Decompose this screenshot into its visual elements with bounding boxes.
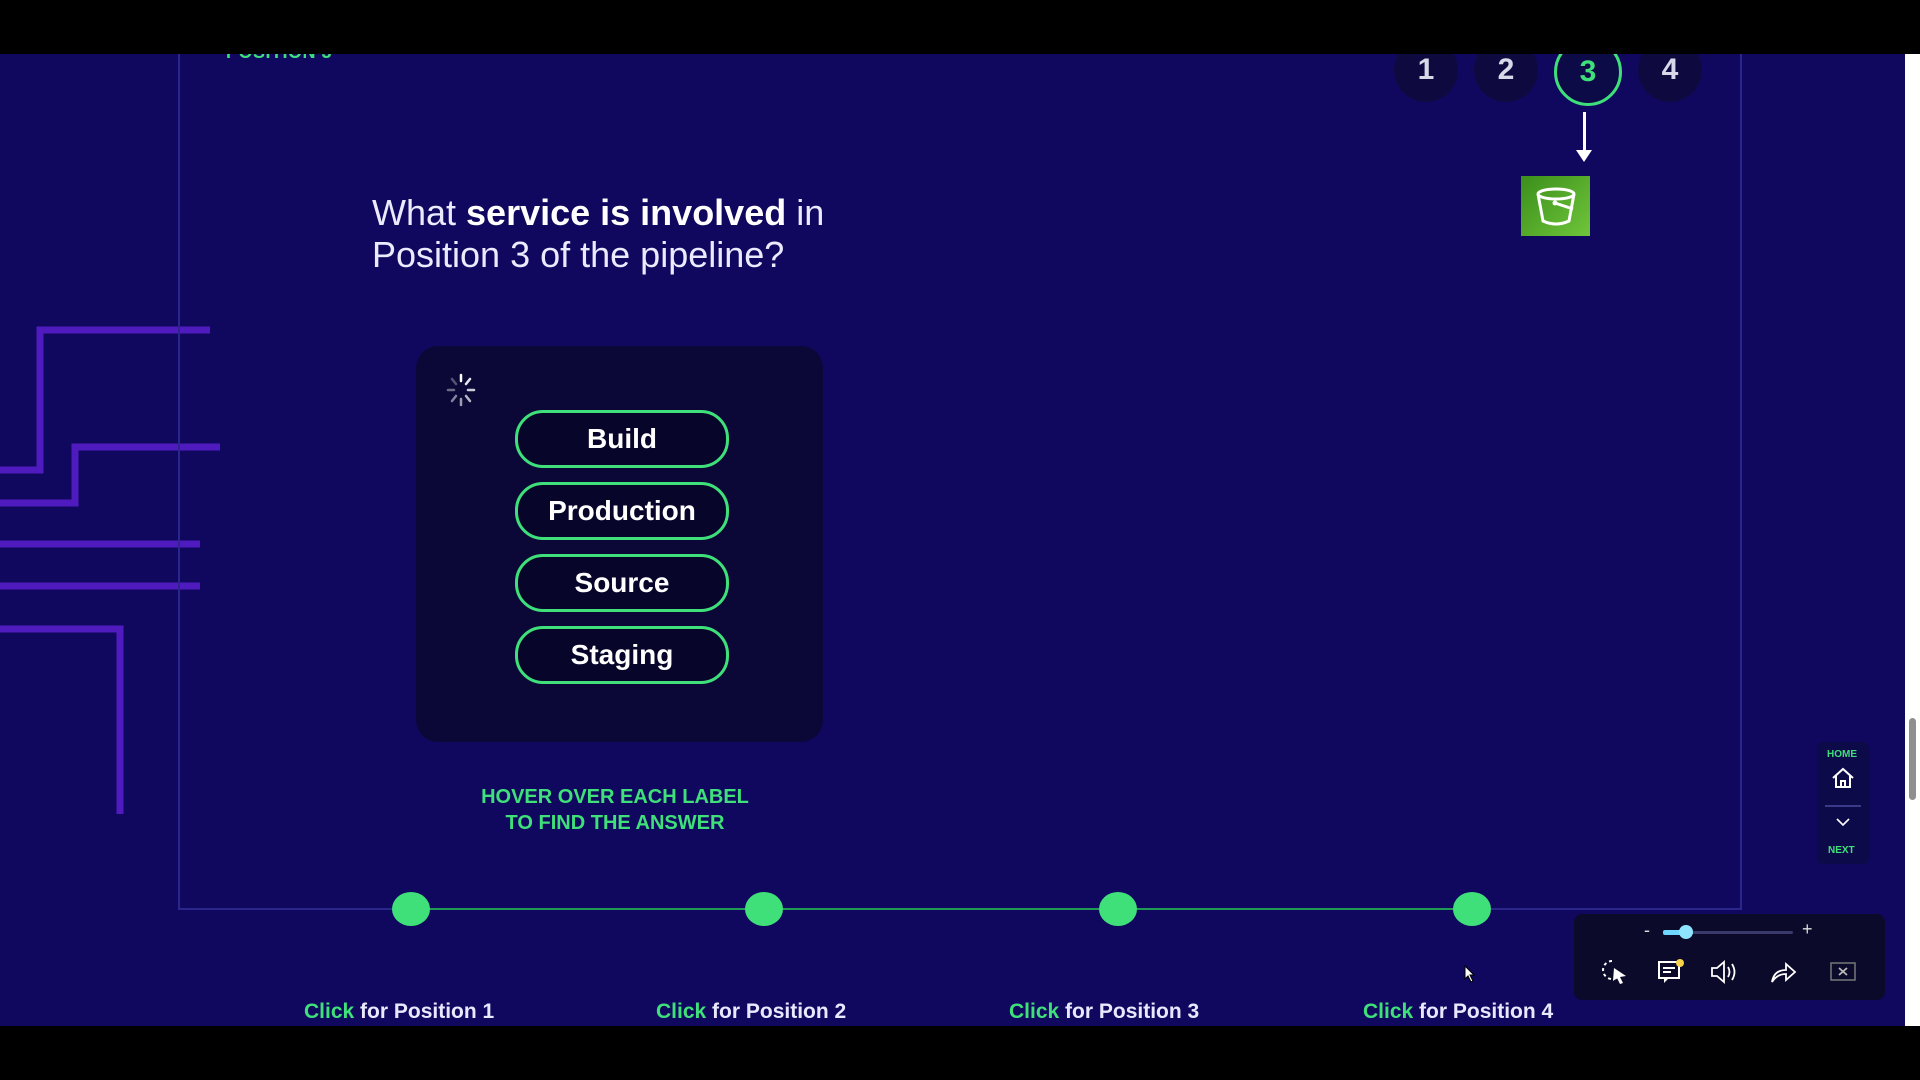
cursor-highlight-icon[interactable] <box>1600 958 1630 986</box>
timeline-dot-3[interactable] <box>1099 892 1137 926</box>
slide-stage: POSITION 3 1 2 3 4 What service is invol… <box>0 54 1905 1026</box>
option-staging[interactable]: Staging <box>515 626 729 684</box>
question-text: What service is involved in Position 3 o… <box>372 192 825 275</box>
exit-fullscreen-icon[interactable] <box>1828 958 1858 986</box>
zoom-out-button[interactable]: - <box>1644 920 1650 941</box>
timeline-label-2[interactable]: Click for Position 2 <box>656 1000 846 1024</box>
position-heading: POSITION 3 <box>226 54 332 63</box>
chevron-down-icon[interactable] <box>1835 817 1851 827</box>
scrollbar-track[interactable] <box>1905 54 1920 1026</box>
option-build[interactable]: Build <box>515 410 729 468</box>
timeline-dot-2[interactable] <box>745 892 783 926</box>
zoom-in-button[interactable]: + <box>1802 919 1813 940</box>
content-frame <box>178 54 1742 910</box>
timeline-label-4[interactable]: Click for Position 4 <box>1363 1000 1553 1024</box>
volume-icon[interactable] <box>1708 958 1740 986</box>
player-controls <box>1574 914 1885 1000</box>
hover-hint: HOVER OVER EACH LABEL TO FIND THE ANSWER <box>481 786 749 834</box>
down-arrow-head <box>1576 150 1592 162</box>
down-arrow <box>1583 112 1586 152</box>
timeline-line <box>411 908 1474 910</box>
loading-spinner-icon <box>446 373 476 407</box>
home-label[interactable]: HOME <box>1827 749 1857 760</box>
next-label[interactable]: NEXT <box>1828 845 1855 856</box>
mouse-cursor-icon <box>1464 964 1476 983</box>
timeline-dot-1[interactable] <box>392 892 430 926</box>
step-3[interactable]: 3 <box>1554 54 1622 106</box>
s3-bucket-icon <box>1521 176 1590 236</box>
step-1[interactable]: 1 <box>1394 54 1458 102</box>
share-icon[interactable] <box>1768 958 1798 986</box>
option-source[interactable]: Source <box>515 554 729 612</box>
timeline-label-3[interactable]: Click for Position 3 <box>1009 1000 1199 1024</box>
timeline-label-1[interactable]: Click for Position 1 <box>304 1000 494 1024</box>
scrollbar-thumb[interactable] <box>1909 718 1916 800</box>
home-icon[interactable] <box>1830 766 1856 790</box>
captions-icon[interactable] <box>1656 958 1686 986</box>
timeline-dot-4[interactable] <box>1453 892 1491 926</box>
nav-divider <box>1825 805 1861 807</box>
position-steps: 1 2 3 4 <box>1394 54 1702 106</box>
step-4[interactable]: 4 <box>1638 54 1702 102</box>
option-production[interactable]: Production <box>515 482 729 540</box>
step-2[interactable]: 2 <box>1474 54 1538 102</box>
